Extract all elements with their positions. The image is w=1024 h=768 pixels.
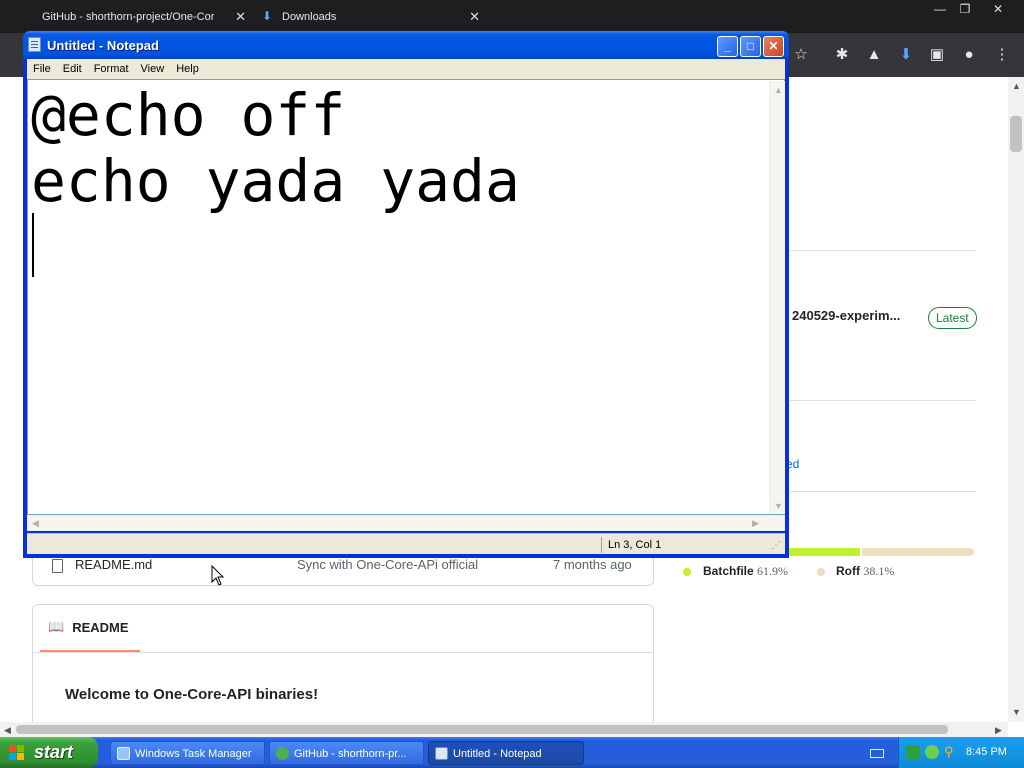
language-name: Batchfile (703, 564, 754, 578)
start-label: start (34, 742, 74, 762)
download-icon: ⬇ (262, 9, 273, 23)
task-manager-icon (117, 747, 130, 760)
browser-restore-button[interactable]: ❐ (950, 0, 980, 18)
scroll-left-arrow-icon[interactable]: ◀ (4, 725, 11, 736)
tab-close-icon[interactable]: ✕ (469, 9, 480, 25)
clock: 8:45 PM (966, 746, 1007, 758)
scroll-left-arrow-icon[interactable]: ◀ (32, 518, 39, 529)
minimize-button[interactable]: _ (717, 36, 738, 57)
tab-close-icon[interactable]: ✕ (235, 9, 246, 25)
window-title: Untitled - Notepad (47, 38, 159, 53)
status-separator (601, 537, 602, 553)
notepad-window: Untitled - Notepad _ □ ✕ File Edit Forma… (23, 31, 789, 558)
divider (790, 400, 976, 401)
tab-title: Downloads (282, 10, 337, 23)
release-name-link[interactable]: 240529-experim... (792, 308, 900, 323)
menu-format[interactable]: Format (88, 63, 135, 75)
latest-badge: Latest (928, 307, 977, 329)
divider (33, 652, 653, 653)
page-vertical-scrollbar[interactable] (1008, 77, 1024, 722)
tab-title: GitHub - shorthorn-project/One-Cor (42, 10, 214, 23)
language-name: Roff (836, 564, 860, 578)
tray-network-icon[interactable] (925, 745, 939, 759)
page-horizontal-scroll-thumb[interactable] (16, 725, 948, 734)
taskbar-notepad[interactable]: Untitled - Notepad (428, 741, 584, 765)
menu-file[interactable]: File (27, 63, 57, 75)
language-batchfile[interactable]: Batchfile 61.9% (703, 564, 788, 579)
taskbar-button-label: Windows Task Manager (135, 748, 252, 760)
commit-age: 7 months ago (553, 557, 632, 572)
language-bar-roff (862, 548, 974, 556)
file-name-link[interactable]: README.md (75, 557, 152, 572)
tray-app-icon[interactable] (906, 745, 920, 759)
language-dot (817, 568, 825, 576)
keyboard-icon[interactable] (870, 749, 884, 758)
readme-heading: Welcome to One-Core-API binaries! (65, 686, 319, 703)
text-caret (32, 213, 34, 277)
readme-tab[interactable]: 📖 README (48, 619, 129, 635)
status-bar: Ln 3, Col 1 ⋰ (27, 533, 785, 554)
taskbar-task-manager[interactable]: Windows Task Manager (110, 741, 265, 765)
divider (790, 491, 976, 492)
menu-view[interactable]: View (135, 63, 171, 75)
scroll-up-arrow-icon[interactable]: ▲ (774, 85, 783, 95)
notepad-icon (435, 747, 448, 760)
taskbar-button-label: GitHub - shorthorn-pr... (294, 748, 407, 760)
close-button[interactable]: ✕ (763, 36, 784, 57)
divider (790, 250, 976, 251)
menu-bar: File Edit Format View Help (27, 59, 785, 79)
menu-help[interactable]: Help (170, 63, 205, 75)
search-icon[interactable]: ⚲ (944, 745, 958, 759)
language-dot (683, 568, 691, 576)
language-roff[interactable]: Roff 38.1% (836, 564, 894, 579)
taskbar-button-label: Untitled - Notepad (453, 748, 542, 760)
maximize-button[interactable]: □ (740, 36, 761, 57)
file-icon (52, 559, 63, 573)
labs-icon[interactable]: ▲ (863, 44, 885, 66)
text-editor[interactable]: @echo off echo yada yada ▲ ▼ (27, 79, 785, 515)
taskbar-github[interactable]: GitHub - shorthorn-pr... (269, 741, 424, 765)
profile-icon[interactable]: ● (958, 44, 980, 66)
language-percent: 38.1% (863, 564, 895, 578)
editor-horizontal-scrollbar[interactable]: ◀ ▶ (27, 515, 785, 531)
resize-grip-icon[interactable]: ⋰ (771, 540, 781, 551)
tab-downloads[interactable]: ⬇ Downloads ✕ (252, 0, 480, 33)
more-menu-icon[interactable]: ⋮ (991, 44, 1013, 66)
scroll-right-arrow-icon[interactable]: ▶ (752, 518, 759, 529)
editor-vertical-scrollbar[interactable]: ▲ ▼ (769, 81, 785, 514)
scroll-up-arrow-icon[interactable]: ▲ (1012, 81, 1021, 91)
menu-edit[interactable]: Edit (57, 63, 88, 75)
mouse-pointer-icon (211, 565, 225, 586)
side-panel-icon[interactable]: ▣ (926, 44, 948, 66)
windows-logo-icon (9, 745, 24, 760)
language-bar-batchfile (788, 548, 860, 556)
notepad-icon[interactable] (28, 37, 41, 52)
scroll-down-arrow-icon[interactable]: ▼ (774, 501, 783, 511)
editor-content[interactable]: @echo off echo yada yada (31, 82, 520, 214)
chrome-icon (276, 747, 289, 760)
browser-close-button[interactable]: ✕ (983, 0, 1013, 18)
tab-github[interactable]: GitHub - shorthorn-project/One-Cor ✕ (0, 0, 246, 33)
page-vertical-scroll-thumb[interactable] (1010, 116, 1022, 152)
commit-message-link[interactable]: Sync with One-Core-APi official (297, 557, 478, 572)
language-percent: 61.9% (757, 564, 789, 578)
scroll-right-arrow-icon[interactable]: ▶ (995, 725, 1002, 736)
readme-tab-label: README (72, 619, 129, 635)
scroll-down-arrow-icon[interactable]: ▼ (1012, 707, 1021, 717)
book-icon: 📖 (48, 619, 65, 634)
download-icon[interactable]: ⬇ (895, 44, 917, 66)
star-icon[interactable]: ☆ (790, 44, 812, 66)
cursor-position: Ln 3, Col 1 (608, 539, 662, 551)
extensions-icon[interactable]: ✱ (831, 44, 853, 66)
